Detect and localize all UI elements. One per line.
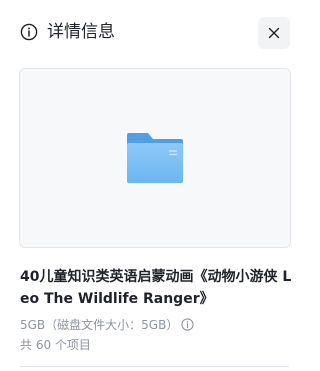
close-button[interactable]	[258, 17, 290, 49]
close-icon	[268, 27, 280, 39]
divider	[20, 366, 289, 367]
info-circle-icon	[20, 23, 38, 41]
file-name: 40儿童知识类英语启蒙动画《动物小游侠 Leo The Wildlife Ran…	[20, 269, 292, 307]
panel-title: 详情信息	[47, 22, 115, 42]
help-circle-icon[interactable]	[181, 317, 194, 331]
panel-header: 详情信息	[0, 0, 309, 66]
item-count: 共 60 个项目	[20, 338, 91, 352]
details-panel: 详情信息 40儿童知识类英语启蒙动画《动物小游侠 Leo The Wildlif…	[0, 0, 309, 371]
folder-preview	[19, 68, 291, 248]
size-text: 5GB（磁盘文件大小：5GB）	[20, 317, 179, 332]
folder-icon	[127, 133, 183, 183]
size-info: 5GB（磁盘文件大小：5GB）	[20, 314, 194, 334]
